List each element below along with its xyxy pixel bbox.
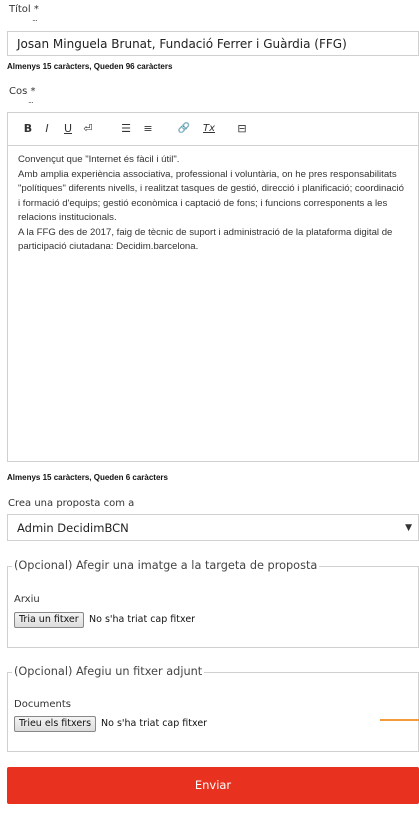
body-label-text: Cos bbox=[9, 86, 28, 97]
video-button[interactable]: ⊟ bbox=[234, 113, 250, 145]
file-status: No s'ha triat cap fitxer bbox=[89, 614, 196, 625]
body-hint: Almenys 15 caràcters, Queden 6 caràcters bbox=[7, 473, 168, 482]
ordered-list-button[interactable]: ☰ bbox=[118, 113, 134, 145]
image-field-label: Arxiu bbox=[14, 594, 40, 605]
body-editor[interactable]: Convençut que "Internet és fàcil i útil"… bbox=[7, 145, 419, 462]
required-dots: ... bbox=[28, 96, 34, 105]
image-fieldset bbox=[7, 566, 419, 648]
image-legend: (Opcional) Afegir una imatge a la target… bbox=[12, 559, 320, 572]
italic-button[interactable]: I bbox=[39, 113, 55, 145]
underline-button[interactable]: U bbox=[60, 113, 76, 145]
attachment-field-label: Documents bbox=[14, 699, 72, 710]
chevron-down-icon: ▼ bbox=[405, 523, 412, 533]
title-input[interactable]: Josan Minguela Brunat, Fundació Ferrer i… bbox=[7, 31, 419, 56]
required-dots: ... bbox=[32, 14, 38, 23]
attachment-fieldset bbox=[7, 672, 419, 752]
title-hint: Almenys 15 caràcters, Queden 96 caràcter… bbox=[7, 62, 173, 71]
editor-toolbar: B I U ⏎ ☰ ≡ 🔗 Tx ⊟ bbox=[7, 112, 419, 145]
orange-divider bbox=[380, 719, 419, 721]
files-status: No s'ha triat cap fitxer bbox=[101, 718, 208, 729]
title-label-text: Títol bbox=[9, 4, 31, 15]
choose-files-button[interactable]: Trieu els fitxers bbox=[14, 716, 97, 732]
bullet-list-button[interactable]: ≡ bbox=[140, 113, 156, 145]
author-label: Crea una proposta com a bbox=[8, 498, 135, 509]
author-select-value: Admin DecidimBCN bbox=[17, 521, 129, 535]
choose-file-button[interactable]: Tria un fitxer bbox=[14, 612, 84, 628]
submit-button[interactable]: Enviar bbox=[7, 767, 419, 804]
link-button[interactable]: 🔗 bbox=[176, 113, 192, 145]
hard-break-button[interactable]: ⏎ bbox=[80, 113, 96, 145]
author-select[interactable]: Admin DecidimBCN ▼ bbox=[7, 514, 419, 541]
bold-button[interactable]: B bbox=[20, 113, 36, 145]
clear-format-button[interactable]: Tx bbox=[201, 113, 217, 145]
attachment-legend: (Opcional) Afegiu un fitxer adjunt bbox=[12, 665, 205, 678]
